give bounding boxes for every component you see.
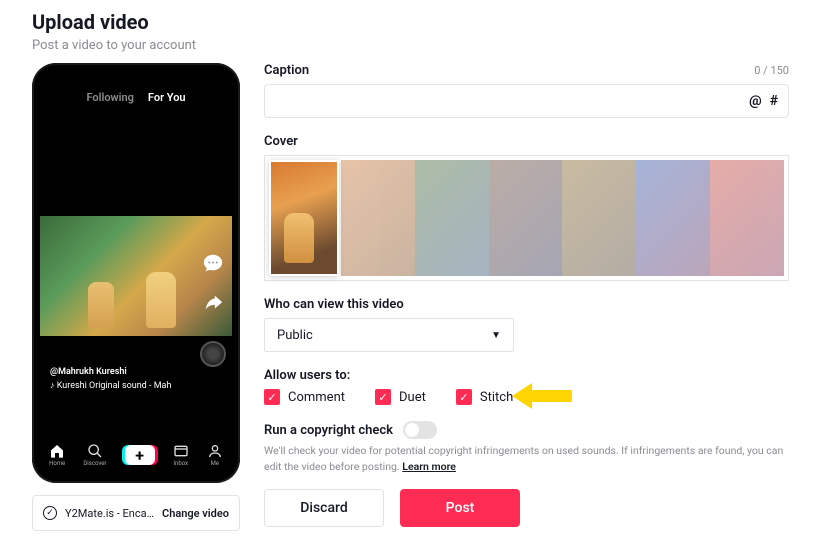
- nav-inbox-icon: Inbox: [173, 443, 189, 467]
- music-disc-icon: [200, 341, 226, 367]
- privacy-select[interactable]: Public ▼: [264, 318, 514, 352]
- page-header: Upload video Post a video to your accoun…: [32, 10, 789, 53]
- discard-button[interactable]: Discard: [264, 489, 384, 527]
- hashtag-icon[interactable]: #: [770, 93, 778, 109]
- cover-selected-frame[interactable]: [269, 160, 339, 276]
- privacy-label: Who can view this video: [264, 297, 789, 312]
- page-title: Upload video: [32, 10, 789, 34]
- preview-username: @Mahrukh Kureshi: [50, 366, 171, 380]
- checkbox-stitch[interactable]: ✓: [456, 389, 472, 405]
- preview-sound: Kureshi Original sound - Mah: [50, 380, 171, 394]
- checkbox-stitch-label: Stitch: [480, 390, 513, 405]
- file-name: Y2Mate.is - Encanto bu...: [65, 507, 154, 520]
- cover-label: Cover: [264, 134, 789, 149]
- cover-selector[interactable]: [264, 155, 789, 281]
- nav-me-icon: Me: [207, 443, 223, 467]
- nav-discover-icon: Discover: [83, 443, 106, 467]
- chevron-down-icon: ▼: [491, 330, 501, 341]
- comment-bubble-icon: [201, 251, 225, 275]
- phone-preview: Following For You @Mahrukh Kureshi Kures…: [32, 63, 240, 483]
- file-row: Y2Mate.is - Encanto bu... Change video: [32, 495, 240, 531]
- callout-arrow-icon: [512, 381, 572, 411]
- change-video-link[interactable]: Change video: [162, 507, 229, 520]
- checkbox-comment[interactable]: ✓: [264, 389, 280, 405]
- feed-tab-foryou[interactable]: For You: [148, 91, 186, 104]
- allow-label: Allow users to:: [264, 368, 789, 383]
- feed-tab-following[interactable]: Following: [86, 91, 133, 104]
- nav-home-icon: Home: [49, 443, 65, 467]
- nav-create-button: +: [125, 445, 155, 465]
- post-button[interactable]: Post: [400, 489, 520, 527]
- share-arrow-icon: [201, 291, 225, 315]
- cover-filmstrip[interactable]: [341, 160, 784, 276]
- caption-input[interactable]: [275, 94, 741, 109]
- privacy-selected-value: Public: [277, 328, 313, 343]
- copyright-toggle[interactable]: [403, 421, 437, 439]
- check-circle-icon: [43, 506, 57, 520]
- caption-counter: 0 / 150: [754, 64, 789, 77]
- copyright-description: We'll check your video for potential cop…: [264, 443, 789, 475]
- mention-icon[interactable]: @: [749, 93, 762, 109]
- page-subtitle: Post a video to your account: [32, 38, 789, 53]
- copyright-label: Run a copyright check: [264, 423, 393, 438]
- learn-more-link[interactable]: Learn more: [402, 460, 456, 473]
- checkbox-duet-label: Duet: [399, 390, 426, 405]
- checkbox-duet[interactable]: ✓: [375, 389, 391, 405]
- checkbox-comment-label: Comment: [288, 390, 345, 405]
- caption-label: Caption 0 / 150: [264, 63, 789, 78]
